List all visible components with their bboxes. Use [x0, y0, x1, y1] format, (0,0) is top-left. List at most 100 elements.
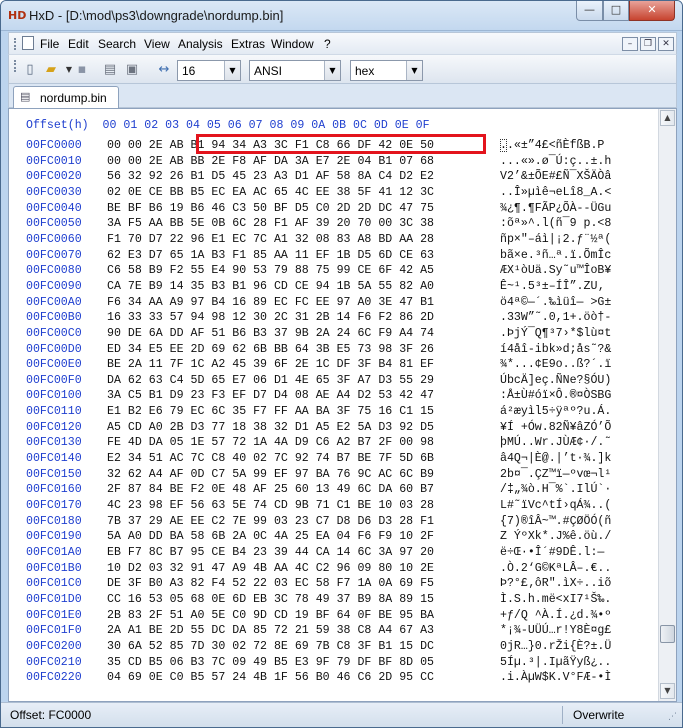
row-ascii[interactable]: bã×e.³ñ…ª.ï.ÕmÎc	[500, 248, 611, 263]
row-hex-bytes[interactable]: 90 DE 6A DD AF 51 B6 B3 37 9B 2A 24 6C F…	[107, 326, 434, 341]
mdi-restore-button[interactable]: ❐	[640, 37, 656, 51]
menu-help[interactable]: ?	[324, 37, 331, 51]
row-ascii[interactable]: {7)®îÂ~™.#ÇØÖÓ(ñ	[500, 514, 611, 529]
row-hex-bytes[interactable]: 2A A1 BE 2D 55 DC DA 85 72 21 59 38 C8 A…	[107, 623, 434, 638]
document-icon[interactable]	[22, 36, 34, 50]
row-hex-bytes[interactable]: 16 33 33 57 94 98 12 30 2C 31 2B 14 F6 F…	[107, 310, 434, 325]
row-hex-bytes[interactable]: 4C 23 98 EF 56 63 5E 74 CD 9B 71 C1 BE 1…	[107, 498, 434, 513]
row-hex-bytes[interactable]: F1 70 D7 22 96 E1 EC 7C A1 32 08 83 A8 B…	[107, 232, 434, 247]
hxd-app-icon[interactable]: HD	[8, 9, 26, 23]
row-ascii[interactable]: ..Î»µìê¬eLî8_A.<	[500, 185, 611, 200]
row-hex-bytes[interactable]: 00 00 2E AB BB 2E F8 AF DA 3A E7 2E 04 B…	[107, 154, 434, 169]
menu-search[interactable]: Search	[98, 37, 136, 51]
row-ascii[interactable]: Þ?°£‚ôR".ìX÷..iõ	[500, 576, 611, 591]
row-hex-bytes[interactable]: 04 69 0E C0 B5 57 24 4B 1F 56 B0 46 C6 2…	[107, 670, 434, 685]
row-hex-bytes[interactable]: 56 32 92 26 B1 D5 45 23 A3 D1 AF 58 8A C…	[107, 169, 434, 184]
status-mode[interactable]: Overwrite	[573, 708, 624, 722]
row-hex-bytes[interactable]: E1 B2 E6 79 EC 6C 35 F7 FF AA BA 3F 75 1…	[107, 404, 434, 419]
row-ascii[interactable]: í4åî-ibk»d;ås˜?&	[500, 342, 611, 357]
chevron-down-icon[interactable]: ▼	[224, 61, 240, 80]
bytes-per-row-select[interactable]: 16 ▼	[177, 60, 241, 81]
row-hex-bytes[interactable]: 3A F5 AA BB 5E 0B 6C 28 F1 AF 39 20 70 0…	[107, 216, 434, 231]
open-disk-icon[interactable]: ▣	[123, 61, 141, 79]
row-hex-bytes[interactable]: EB F7 8C B7 95 CE B4 23 39 44 CA 14 6C 3…	[107, 545, 434, 560]
row-ascii[interactable]: ¥Í +Ów.82Ñ¥âZÓ’Õ	[500, 420, 611, 435]
menu-file[interactable]: File	[40, 37, 59, 51]
row-hex-bytes[interactable]: BE BF B6 19 B6 46 C3 50 BF D5 C0 2D 2D D…	[107, 201, 434, 216]
row-hex-bytes[interactable]: 02 0E CE BB B5 EC EA AC 65 4C EE 38 5F 4…	[107, 185, 434, 200]
row-hex-bytes[interactable]: ED 34 E5 EE 2D 69 62 6B BB 64 3B E5 73 9…	[107, 342, 434, 357]
scroll-up-button[interactable]: ▲	[660, 110, 675, 126]
row-hex-bytes[interactable]: 10 D2 03 32 91 47 A9 4B AA 4C C2 96 09 8…	[107, 561, 434, 576]
row-hex-bytes[interactable]: 62 E3 D7 65 1A B3 F1 85 AA 11 EF 1B D5 6…	[107, 248, 434, 263]
open-ram-icon[interactable]: ▤	[101, 61, 119, 79]
row-ascii[interactable]: â4Q¬|È@.|’t·¾.]k	[500, 451, 611, 466]
row-ascii[interactable]: ÚbcÄ]eç.ÑNe?§ÓU)	[500, 373, 611, 388]
row-hex-bytes[interactable]: 2B 83 2F 51 A0 5E C0 9D CD 19 BF 64 0F B…	[107, 608, 434, 623]
row-ascii[interactable]: ¾¿¶.¶FÃP¿ÕÀ--ÜGu	[500, 201, 611, 216]
menu-view[interactable]: View	[144, 37, 170, 51]
close-button[interactable]: ✕	[629, 1, 675, 21]
minimize-button[interactable]: —	[576, 1, 603, 21]
row-hex-bytes[interactable]: A5 CD A0 2B D3 77 18 38 32 D1 A5 E2 5A D…	[107, 420, 434, 435]
row-ascii[interactable]: Ê~¹.5³±–ÍÎ”.ZU‚	[500, 279, 611, 294]
menu-extras[interactable]: Extras	[231, 37, 265, 51]
row-ascii[interactable]: ...«».ø¯Ú:ç..±.h	[500, 154, 611, 169]
row-ascii[interactable]: :õª»^.l(ñ¯9 p.<8	[500, 216, 611, 231]
chevron-down-icon[interactable]: ▼	[324, 61, 340, 80]
row-hex-bytes[interactable]: DA 62 63 C4 5D 65 E7 06 D1 4E 65 3F A7 D…	[107, 373, 434, 388]
row-ascii[interactable]: Ì.S.h.më<xI7¹Š‰.	[500, 592, 611, 607]
save-disk-icon[interactable]: ▪	[73, 61, 91, 79]
scroll-down-button[interactable]: ▼	[660, 683, 675, 699]
row-hex-bytes[interactable]: C6 58 B9 F2 55 E4 90 53 79 88 75 99 CE 6…	[107, 263, 434, 278]
vertical-scrollbar[interactable]: ▲ ▼	[658, 109, 676, 701]
row-ascii[interactable]: á²æyìl5÷ÿªº?u.Á.	[500, 404, 611, 419]
row-ascii[interactable]: ö4ª©—´.‰ìüî— >G±	[500, 295, 611, 310]
row-hex-bytes[interactable]: CC 16 53 05 68 0E 6D EB 3C 78 49 37 B9 8…	[107, 592, 434, 607]
open-folder-icon[interactable]: ▰	[42, 61, 60, 79]
toolbar-grip[interactable]	[14, 60, 17, 72]
row-ascii[interactable]: 0jR…}0.rŽi{È?±.Ü	[500, 639, 611, 654]
mdi-close-button[interactable]: ✕	[658, 37, 674, 51]
row-ascii[interactable]: /‡„¾ò.H¯%`.IlÚ`·	[500, 482, 611, 497]
row-ascii[interactable]: .i.ÀµW$K.V°FÆ-•Ì	[500, 670, 611, 685]
row-ascii[interactable]: 2b¤¯.ÇZ™ï—ºvœ¬l¹	[500, 467, 611, 482]
menu-edit[interactable]: Edit	[68, 37, 89, 51]
row-hex-bytes[interactable]: 32 62 A4 AF 0D C7 5A 99 EF 97 BA 76 9C A…	[107, 467, 434, 482]
row-ascii[interactable]: .Ò.2‘G©KªLÂ–.€..	[500, 561, 611, 576]
row-ascii[interactable]: :Å±Ù#óï×Ô.®¤ÒSBG	[500, 388, 611, 403]
row-ascii[interactable]: .33W”˜.0,1+.öò†-	[500, 310, 611, 325]
title-bar[interactable]: HD HxD - [D:\mod\ps3\downgrade\nordump.b…	[1, 1, 682, 31]
row-ascii[interactable]: ¾*...¢E9o..ß?´.ï	[500, 357, 611, 372]
row-hex-bytes[interactable]: CA 7E B9 14 35 B3 B1 96 CD CE 94 1B 5A 5…	[107, 279, 434, 294]
row-hex-bytes[interactable]: DE 3F B0 A3 82 F4 52 22 03 EC 58 F7 1A 0…	[107, 576, 434, 591]
row-hex-bytes[interactable]: F6 34 AA A9 97 B4 16 89 EC FC EE 97 A0 3…	[107, 295, 434, 310]
row-ascii[interactable]: ë÷Œ·•Î´#9DÊ.l:—	[500, 545, 611, 560]
charset-select[interactable]: ANSI ▼	[249, 60, 341, 81]
row-ascii[interactable]: L#˜ïVc^tÍ›qÁ¾..(	[500, 498, 611, 513]
chevron-down-icon[interactable]: ▼	[406, 61, 422, 80]
row-hex-bytes[interactable]: 5A A0 DD BA 58 6B 2A 0C 4A 25 EA 04 F6 F…	[107, 529, 434, 544]
menu-window[interactable]: Window	[271, 37, 314, 51]
mdi-minimize-button[interactable]: –	[622, 37, 638, 51]
row-hex-bytes[interactable]: 7B 37 29 AE EE C2 7E 99 03 23 C7 D8 D6 D…	[107, 514, 434, 529]
row-ascii[interactable]: Z ÝºXk*.J%ê.öù./	[500, 529, 611, 544]
row-hex-bytes[interactable]: 3A C5 B1 D9 23 F3 EF D7 D4 08 AE A4 D2 5…	[107, 388, 434, 403]
row-ascii[interactable]: +ƒ/Q ^À.Í.¿d.¾•º	[500, 608, 611, 623]
row-ascii[interactable]: .ÞjÝ¯Q¶³7›*$lù¤t	[500, 326, 611, 341]
row-ascii[interactable]: þMÚ..Wr.JÙÆ¢·/.˜	[500, 435, 611, 450]
menu-grip[interactable]	[14, 38, 17, 50]
menu-analysis[interactable]: Analysis	[178, 37, 223, 51]
row-ascii[interactable]: 5Íµ.³|.IµãŸyß¿..	[500, 655, 611, 670]
row-hex-bytes[interactable]: BE 2A 11 7F 1C A2 45 39 6F 2E 1C DF 3F B…	[107, 357, 434, 372]
row-ascii[interactable]: ..«±”4£<ñÈfßB.P	[500, 138, 604, 153]
maximize-button[interactable]: □	[603, 1, 629, 21]
row-hex-bytes[interactable]: 30 6A 52 85 7D 30 02 72 8E 69 7B C8 3F B…	[107, 639, 434, 654]
row-ascii[interactable]: V2’&±ÕE#£Ñ¯XŠÄÒâ	[500, 169, 611, 184]
row-hex-bytes[interactable]: E2 34 51 AC 7C C8 40 02 7C 92 74 B7 BE 7…	[107, 451, 434, 466]
new-file-icon[interactable]: ▯	[21, 61, 39, 79]
row-hex-bytes[interactable]: 2F 87 84 BE F2 0E 48 AF 25 60 13 49 6C D…	[107, 482, 434, 497]
row-ascii[interactable]: *¡¾-UÜÚ…r!Y8È¤g£	[500, 623, 611, 638]
resize-grip-icon[interactable]: ⋰	[668, 712, 677, 722]
row-hex-bytes[interactable]: 35 CD B5 06 B3 7C 09 49 B5 E3 9F 79 DF B…	[107, 655, 434, 670]
